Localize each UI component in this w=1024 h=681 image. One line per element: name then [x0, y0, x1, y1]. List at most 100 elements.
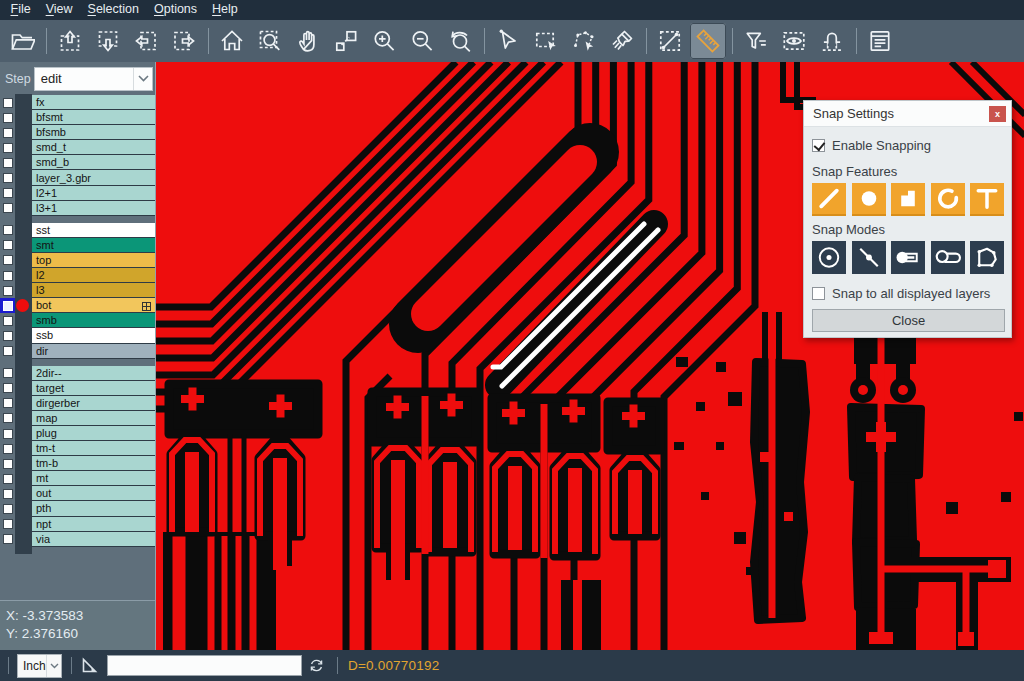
layer-row-top[interactable]: top [0, 253, 155, 268]
layer-row-bot[interactable]: bot [0, 298, 155, 313]
snap-contour-button[interactable] [970, 241, 1004, 274]
layer-name[interactable]: smd_t [32, 140, 155, 155]
layer-row-npt[interactable]: npt [0, 517, 155, 532]
layer-visibility-checkbox[interactable] [0, 396, 15, 411]
measure-ruler-button[interactable] [690, 23, 726, 59]
layer-name[interactable]: 2dir-- [32, 366, 155, 381]
layer-row-l2+1[interactable]: l2+1 [0, 186, 155, 201]
layer-visibility-checkbox[interactable] [0, 283, 15, 298]
layer-name[interactable]: map [32, 411, 155, 426]
snap-all-layers-checkbox[interactable] [812, 287, 825, 300]
layer-visibility-checkbox[interactable] [0, 110, 15, 125]
layer-row-smd_b[interactable]: smd_b [0, 155, 155, 170]
layer-row-tm-b[interactable]: tm-b [0, 456, 155, 471]
layer-visibility-checkbox[interactable] [0, 501, 15, 516]
layer-row-layer_3.gbr[interactable]: layer_3.gbr [0, 170, 155, 185]
layer-row-sst[interactable]: sst [0, 223, 155, 238]
layer-name[interactable]: ssb [32, 328, 155, 343]
layer-visibility-checkbox[interactable] [0, 328, 15, 343]
layer-row-l3+1[interactable]: l3+1 [0, 201, 155, 216]
layer-row-mt[interactable]: mt [0, 471, 155, 486]
layer-name[interactable]: pth [32, 501, 155, 516]
layer-visibility-checkbox[interactable] [0, 155, 15, 170]
layer-name[interactable]: layer_3.gbr [32, 170, 155, 185]
menu-view[interactable]: View [38, 0, 80, 20]
layer-name[interactable]: mt [32, 471, 155, 486]
layer-row-out[interactable]: out [0, 486, 155, 501]
unit-select[interactable]: Inch [17, 654, 62, 678]
view-eye-button[interactable] [776, 23, 812, 59]
layer-visibility-checkbox[interactable] [0, 223, 15, 238]
layer-name[interactable]: bot [32, 298, 155, 313]
layer-visibility-checkbox[interactable] [0, 426, 15, 441]
chevron-down-icon[interactable] [133, 68, 152, 90]
layer-row-via[interactable]: via [0, 532, 155, 547]
layer-visibility-checkbox[interactable] [0, 456, 15, 471]
command-input[interactable] [107, 655, 302, 676]
layer-row-dirgerber[interactable]: dirgerber [0, 396, 155, 411]
zoom-in-button[interactable] [366, 23, 402, 59]
layer-name[interactable]: dir [32, 344, 155, 359]
layer-row-l3[interactable]: l3 [0, 283, 155, 298]
layer-row-map[interactable]: map [0, 411, 155, 426]
pan-hand-button[interactable] [290, 23, 326, 59]
layer-name[interactable]: l2 [32, 268, 155, 283]
snap-midpoint-button[interactable] [852, 241, 886, 274]
layer-name[interactable]: smb [32, 313, 155, 328]
report-button[interactable] [862, 23, 898, 59]
layer-name[interactable]: bfsmt [32, 110, 155, 125]
layer-name[interactable]: l2+1 [32, 186, 155, 201]
layer-name[interactable]: l3+1 [32, 201, 155, 216]
snap-surface-button[interactable] [891, 183, 925, 216]
layer-name[interactable]: out [32, 486, 155, 501]
layer-visibility-checkbox[interactable] [0, 313, 15, 328]
layer-name[interactable]: top [32, 253, 155, 268]
layer-row-dir[interactable]: dir [0, 344, 155, 359]
zoom-out-button[interactable] [404, 23, 440, 59]
layer-name[interactable]: bfsmb [32, 125, 155, 140]
close-icon[interactable]: x [989, 106, 1006, 122]
layer-visibility-checkbox[interactable] [0, 140, 15, 155]
layer-visibility-checkbox[interactable] [0, 441, 15, 456]
layer-name[interactable]: smd_b [32, 155, 155, 170]
snap-circle-button[interactable] [852, 183, 886, 216]
menu-selection[interactable]: Selection [80, 0, 146, 20]
layer-row-l2[interactable]: l2 [0, 268, 155, 283]
layer-row-tm-t[interactable]: tm-t [0, 441, 155, 456]
filter-button[interactable] [738, 23, 774, 59]
layer-name[interactable]: npt [32, 517, 155, 532]
select-arrow-button[interactable] [490, 23, 526, 59]
layer-row-fx[interactable]: fx [0, 95, 155, 110]
layer-row-bfsmb[interactable]: bfsmb [0, 125, 155, 140]
layer-visibility-checkbox[interactable] [0, 471, 15, 486]
open-folder-button[interactable] [4, 23, 40, 59]
zoom-previous-button[interactable] [442, 23, 478, 59]
layer-row-bfsmt[interactable]: bfsmt [0, 110, 155, 125]
layer-visibility-checkbox[interactable] [0, 253, 15, 268]
layer-name[interactable]: tm-b [32, 456, 155, 471]
layer-name[interactable]: plug [32, 426, 155, 441]
home-button[interactable] [214, 23, 250, 59]
layer-name[interactable]: fx [32, 95, 155, 110]
import-down-button[interactable] [90, 23, 126, 59]
layer-name[interactable]: target [32, 381, 155, 396]
layer-row-pth[interactable]: pth [0, 501, 155, 516]
step-select[interactable]: edit [34, 67, 153, 91]
clean-brush-button[interactable] [604, 23, 640, 59]
snap-magnet-button[interactable] [814, 23, 850, 59]
layer-name[interactable]: via [32, 532, 155, 547]
menu-file[interactable]: File [3, 0, 38, 20]
enable-snapping-checkbox[interactable] [812, 139, 825, 152]
import-up-button[interactable] [52, 23, 88, 59]
layer-visibility-checkbox[interactable] [0, 344, 15, 359]
layer-name[interactable]: smt [32, 238, 155, 253]
layer-visibility-checkbox[interactable] [0, 95, 15, 110]
snap-text-button[interactable] [970, 183, 1004, 216]
layer-visibility-checkbox[interactable] [0, 517, 15, 532]
layer-visibility-checkbox[interactable] [0, 268, 15, 283]
select-rect-button[interactable] [528, 23, 564, 59]
import-left-button[interactable] [128, 23, 164, 59]
snap-panel-titlebar[interactable]: Snap Settings x [804, 101, 1011, 127]
layer-name[interactable]: sst [32, 223, 155, 238]
layer-visibility-checkbox[interactable] [0, 411, 15, 426]
